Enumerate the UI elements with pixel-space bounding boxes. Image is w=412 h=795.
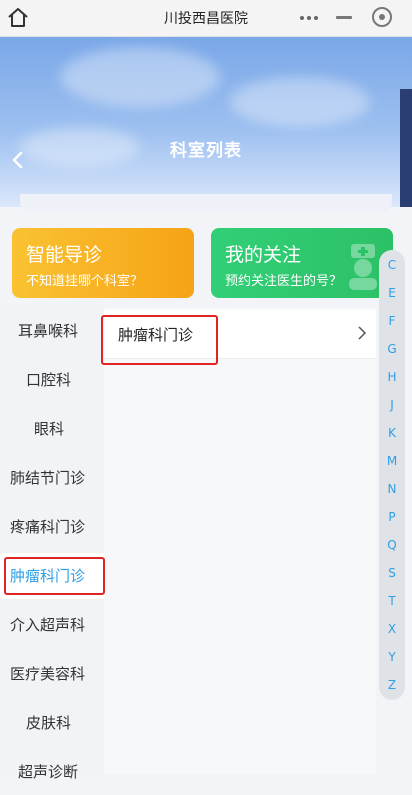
dept-item[interactable]: 肺结节门诊 <box>0 455 104 501</box>
index-letter[interactable]: Z <box>379 678 405 692</box>
dept-item[interactable]: 耳鼻喉科 <box>0 308 104 354</box>
index-letter[interactable]: M <box>379 454 405 468</box>
index-letter[interactable]: T <box>379 594 405 608</box>
header-banner <box>0 37 412 207</box>
my-follow-card[interactable]: 我的关注 预约关注医生的号？ <box>211 228 393 298</box>
index-letter[interactable]: F <box>379 314 405 328</box>
smart-guide-card[interactable]: 智能导诊 不知道挂哪个科室？ <box>12 228 194 298</box>
highlight-box <box>101 315 218 365</box>
close-icon[interactable] <box>372 7 392 27</box>
sub-department-panel <box>104 308 376 774</box>
card-subtitle: 预约关注医生的号？ <box>225 274 343 289</box>
index-letter[interactable]: E <box>379 286 405 300</box>
chevron-right-icon <box>358 326 367 340</box>
dept-item[interactable]: 疼痛科门诊 <box>0 504 104 550</box>
more-icon[interactable] <box>296 6 322 30</box>
index-letter[interactable]: Q <box>379 538 405 552</box>
index-letter[interactable]: K <box>379 426 405 440</box>
index-letter[interactable]: J <box>379 398 405 412</box>
index-letter[interactable]: G <box>379 342 405 356</box>
index-letter[interactable]: Y <box>379 650 405 664</box>
minimize-icon[interactable] <box>336 16 352 19</box>
dept-item[interactable]: 口腔科 <box>0 357 104 403</box>
index-letter[interactable]: H <box>379 370 405 384</box>
department-list: 耳鼻喉科 口腔科 眼科 肺结节门诊 疼痛科门诊 肿瘤科门诊 介入超声科 医疗美容… <box>0 308 104 781</box>
card-title: 我的关注 <box>225 244 302 266</box>
dept-item[interactable]: 超声诊断 <box>0 749 104 795</box>
nurse-icon <box>349 244 377 290</box>
highlight-box <box>4 557 105 595</box>
dept-item[interactable]: 医疗美容科 <box>0 651 104 697</box>
dept-item[interactable]: 介入超声科 <box>0 602 104 648</box>
index-letter[interactable]: N <box>379 482 405 496</box>
card-title: 智能导诊 <box>26 244 103 266</box>
index-letter[interactable]: X <box>379 622 405 636</box>
window-titlebar: 川投西昌医院 <box>0 0 412 37</box>
dept-item[interactable]: 眼科 <box>0 406 104 452</box>
index-letter[interactable]: C <box>379 258 405 272</box>
index-letter[interactable]: S <box>379 566 405 580</box>
page-title: 科室列表 <box>170 141 242 161</box>
card-subtitle: 不知道挂哪个科室？ <box>26 274 144 289</box>
banner-bottom-strip <box>20 194 392 212</box>
dept-item[interactable]: 皮肤科 <box>0 700 104 746</box>
alphabet-index: C E F G H J K M N P Q S T X Y Z <box>379 250 405 700</box>
index-letter[interactable]: P <box>379 510 405 524</box>
